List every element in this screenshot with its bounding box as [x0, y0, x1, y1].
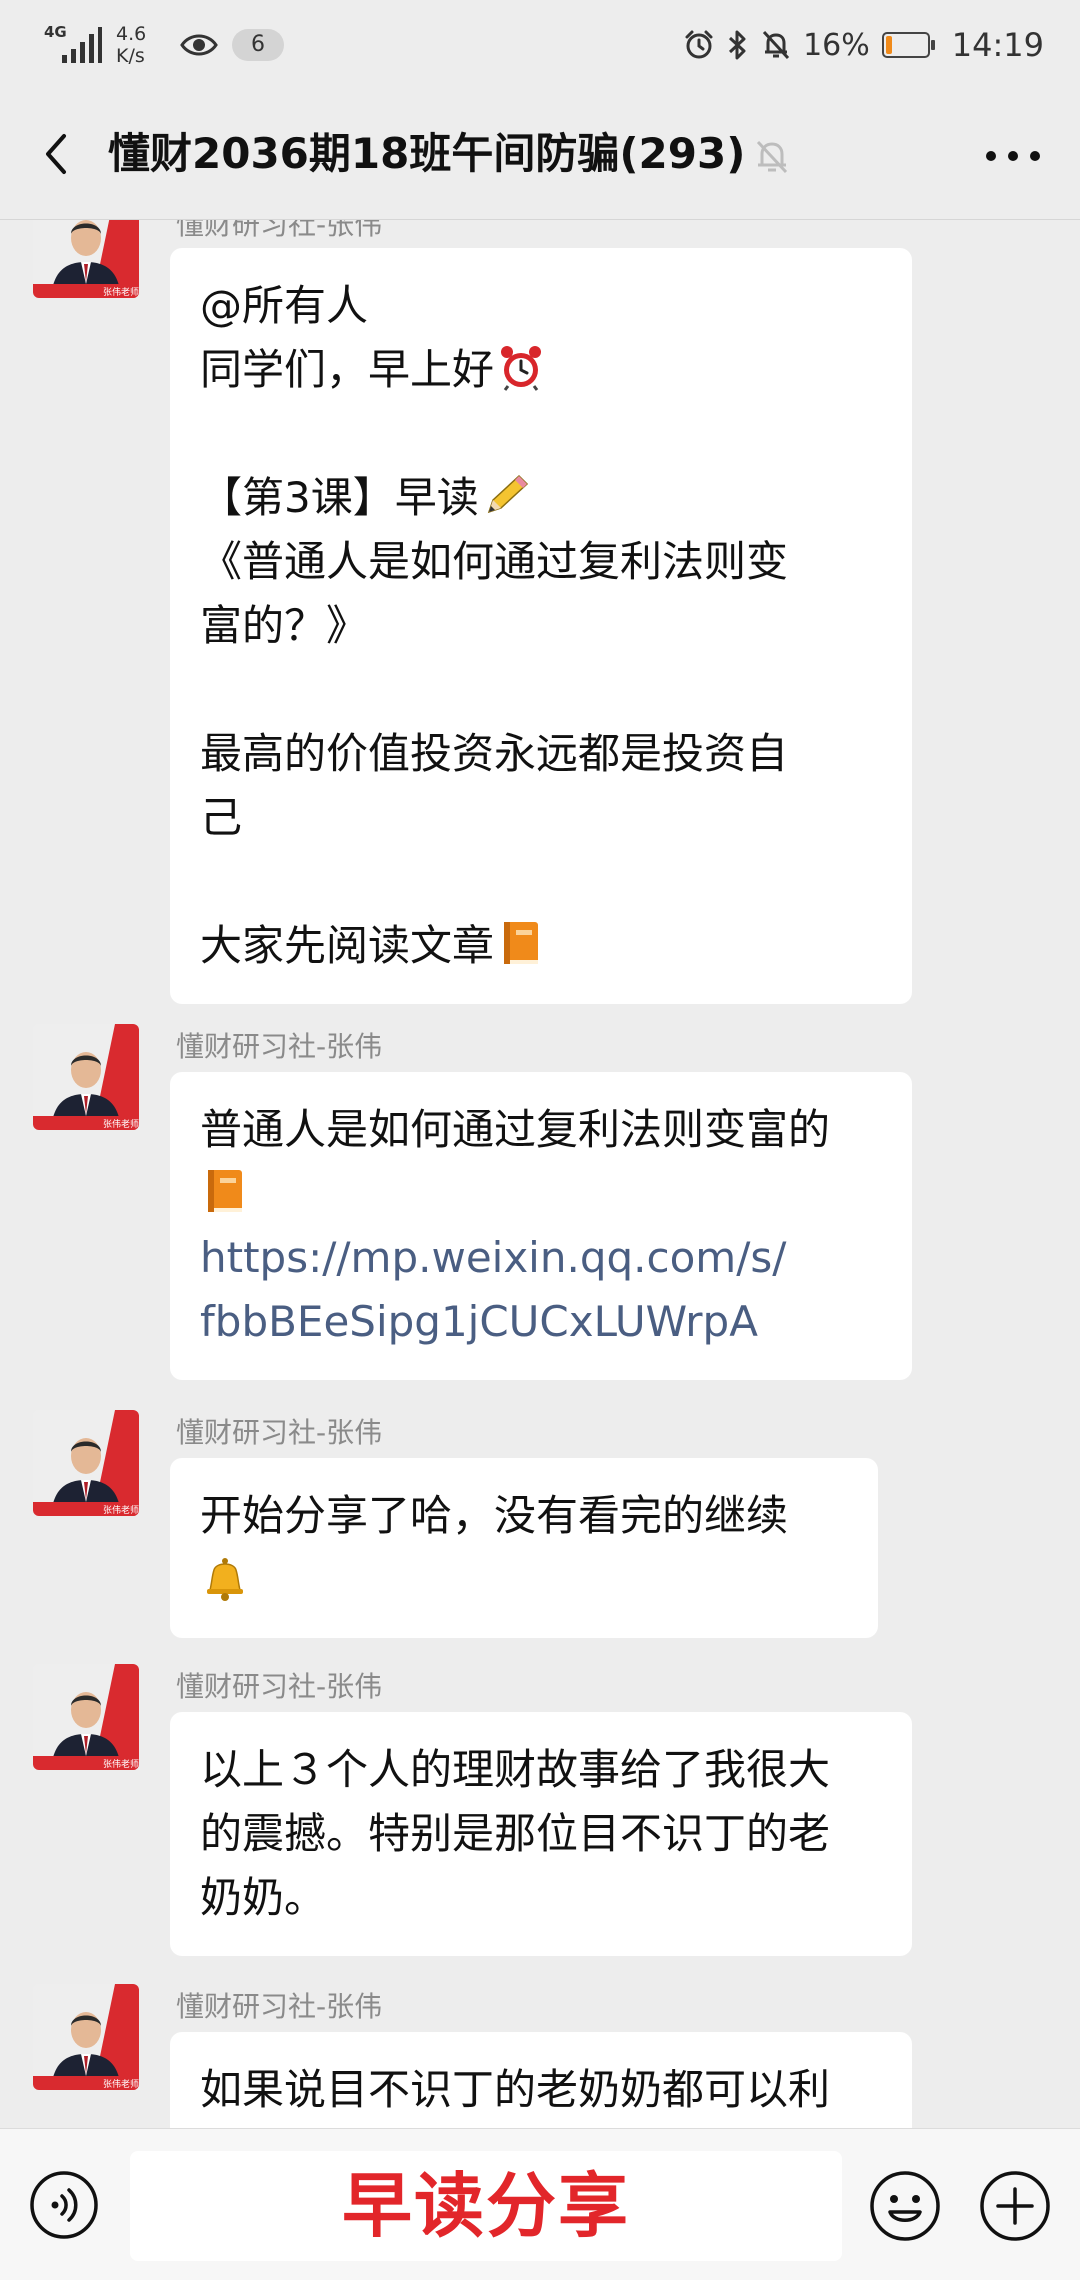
- message-text: 开始分享了哈，没有看完的继续: [200, 1491, 789, 1540]
- network-speed-value: 4.6: [116, 23, 147, 45]
- avatar-caption: 张伟老师: [103, 286, 139, 297]
- bell-emoji: [207, 1558, 243, 1601]
- battery-icon: [881, 32, 936, 58]
- back-arrow-icon[interactable]: [26, 122, 90, 186]
- bell-slash-icon: [762, 30, 790, 60]
- chat-header: 懂财2036期18班午间防骗(293): [0, 92, 1080, 220]
- article-link[interactable]: https://mp.weixin.qq.com/s/: [200, 1226, 882, 1290]
- message-text: @所有人: [200, 281, 369, 330]
- message-line-with-emoji: 同学们，早上好: [200, 338, 882, 402]
- avatar[interactable]: 张伟老师: [33, 1984, 139, 2090]
- plus-icon[interactable]: [978, 2169, 1052, 2243]
- message-input[interactable]: 早读分享: [130, 2151, 842, 2261]
- message-text: 己: [200, 793, 243, 842]
- message-bubble[interactable]: 如果说目不识丁的老奶奶都可以利: [170, 2032, 912, 2128]
- message-text: 的震撼。特别是那位目不识丁的老: [200, 1809, 831, 1858]
- pencil-emoji: [487, 474, 528, 514]
- message-bubble[interactable]: @所有人 同学们，早上好 【第3课】早读 《普通人是如何通过复利法则变 富的？》: [170, 248, 912, 1004]
- message-text: 大家先阅读文章: [200, 921, 495, 970]
- avatar-caption: 张伟老师: [103, 2078, 139, 2089]
- alarm-clock-emoji: [501, 346, 542, 391]
- bluetooth-icon: [729, 30, 746, 60]
- network-speed: 4.6 K/s: [116, 23, 162, 67]
- emoji-line: [200, 1548, 848, 1612]
- overlay-title: 早读分享: [342, 2165, 630, 2247]
- message-bubble[interactable]: 以上３个人的理财故事给了我很大 的震撼。特别是那位目不识丁的老 奶奶。: [170, 1712, 912, 1956]
- avatar-caption: 张伟老师: [103, 1758, 139, 1769]
- battery-percent: 16%: [803, 27, 870, 63]
- avatar-photo: 张伟老师: [33, 1024, 139, 1130]
- network-speed-unit: K/s: [116, 45, 145, 67]
- avatar[interactable]: 张伟老师: [33, 220, 139, 298]
- orange-book-emoji: [504, 922, 539, 964]
- article-link[interactable]: fbbBEeSipg1jCUCxLUWrpA: [200, 1290, 882, 1354]
- avatar-photo: 张伟老师: [33, 220, 139, 298]
- status-right: 16% 14:19: [683, 20, 1044, 70]
- message-text: 《普通人是如何通过复利法则变: [200, 537, 789, 586]
- input-bar: 早读分享: [0, 2128, 1080, 2280]
- avatar[interactable]: 张伟老师: [33, 1024, 139, 1130]
- status-time: 14:19: [951, 26, 1044, 64]
- chat-title[interactable]: 懂财2036期18班午间防骗(293): [108, 124, 745, 184]
- message-bubble[interactable]: 普通人是如何通过复利法则变富的 https://mp.weixin.qq.com…: [170, 1072, 912, 1380]
- status-bar: 4G 4.6 K/s 6 16% 14:19: [0, 0, 1080, 92]
- sender-name: 懂财研习社-张伟: [176, 220, 383, 241]
- orange-book-emoji: [208, 1170, 242, 1212]
- status-left: 4G 4.6 K/s 6: [44, 20, 284, 70]
- sender-name: 懂财研习社-张伟: [176, 1030, 383, 1063]
- avatar[interactable]: 张伟老师: [33, 1410, 139, 1516]
- sender-name: 懂财研习社-张伟: [176, 1416, 383, 1449]
- message-text: 同学们，早上好: [200, 345, 495, 394]
- sender-name: 懂财研习社-张伟: [176, 1670, 383, 1703]
- emoji-line: [200, 1162, 882, 1226]
- signal-icon: [62, 27, 102, 63]
- eye-icon: [180, 34, 218, 56]
- avatar-caption: 张伟老师: [103, 1504, 139, 1515]
- voice-input-icon[interactable]: [28, 2169, 100, 2241]
- avatar-photo: 张伟老师: [33, 1984, 139, 2090]
- message-text: 【第3课】早读: [200, 473, 479, 522]
- message-text: 以上３个人的理财故事给了我很大: [200, 1745, 831, 1794]
- signal-indicator: 4G: [44, 23, 102, 67]
- message-line-with-emoji: 大家先阅读文章: [200, 914, 882, 978]
- message-text: 最高的价值投资永远都是投资自: [200, 729, 789, 778]
- alarm-icon: [685, 30, 713, 59]
- notification-count-badge: 6: [232, 29, 284, 61]
- message-line-with-emoji: 【第3课】早读: [200, 466, 882, 530]
- avatar-photo: 张伟老师: [33, 1410, 139, 1516]
- avatar-caption: 张伟老师: [103, 1118, 139, 1129]
- message-bubble[interactable]: 开始分享了哈，没有看完的继续: [170, 1458, 878, 1638]
- message-text: 奶奶。: [200, 1873, 327, 1922]
- avatar-photo: 张伟老师: [33, 1664, 139, 1770]
- battery-level-fill: [885, 36, 892, 54]
- more-dots-icon[interactable]: [978, 128, 1048, 184]
- message-text: 如果说目不识丁的老奶奶都可以利: [200, 2065, 831, 2114]
- message-text: 普通人是如何通过复利法则变富的: [200, 1105, 831, 1154]
- sender-name: 懂财研习社-张伟: [176, 1990, 383, 2023]
- message-text: 富的？》: [200, 601, 369, 650]
- avatar[interactable]: 张伟老师: [33, 1664, 139, 1770]
- bell-slash-icon: [756, 140, 788, 174]
- emoji-icon[interactable]: [868, 2169, 942, 2243]
- message-list[interactable]: 张伟老师 懂财研习社-张伟 @所有人 同学们，早上好 【第3课】早读 《普通人是…: [0, 220, 1080, 2128]
